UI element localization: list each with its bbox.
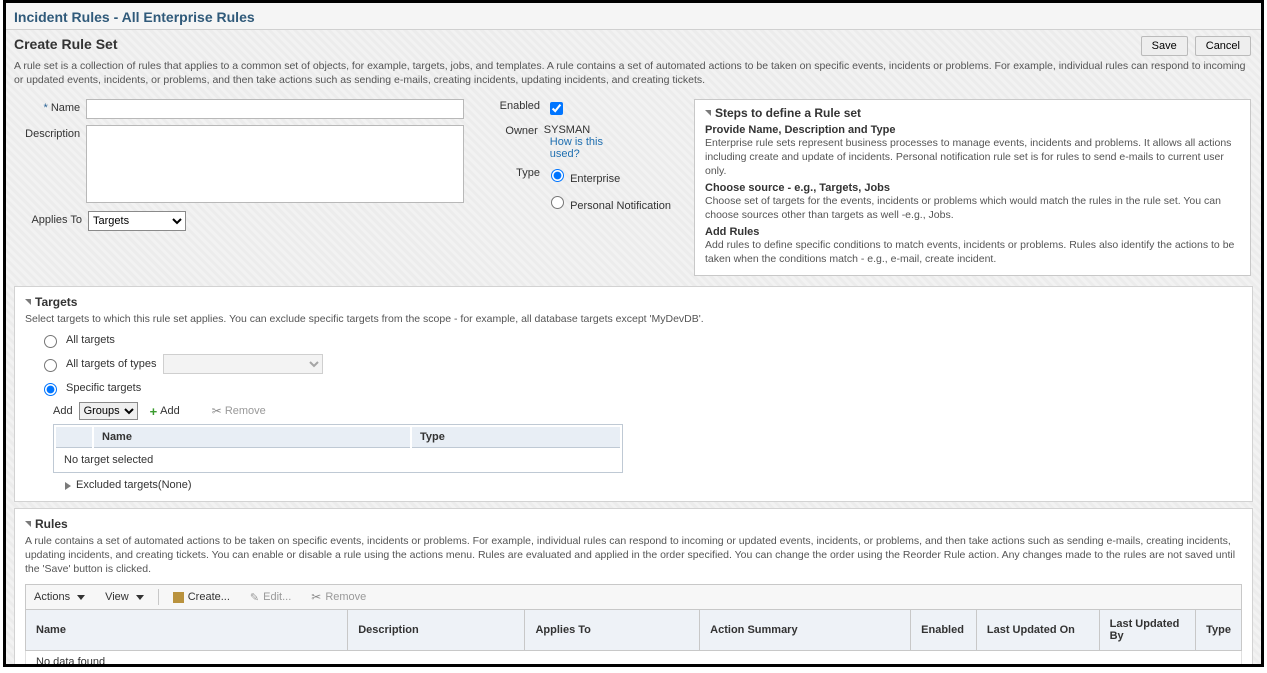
step3-head: Add Rules xyxy=(705,226,1240,238)
rules-col-enabled: Enabled xyxy=(911,610,977,651)
cancel-button[interactable]: Cancel xyxy=(1195,36,1251,56)
breadcrumb: Incident Rules - All Enterprise Rules xyxy=(6,3,1261,30)
description-label: Description xyxy=(14,125,86,140)
step1-head: Provide Name, Description and Type xyxy=(705,124,1240,136)
targets-types-label: All targets of types xyxy=(66,358,157,370)
table-row: No target selected xyxy=(56,450,620,470)
rules-col-updated-by: Last Updated By xyxy=(1099,610,1196,651)
rules-desc: A rule contains a set of automated actio… xyxy=(25,535,1242,576)
page-heading: Create Rule Set xyxy=(14,36,117,52)
rules-title: Rules xyxy=(35,517,68,531)
type-personal-label: Personal Notification xyxy=(570,200,671,212)
type-enterprise-label: Enterprise xyxy=(570,173,620,185)
targets-col-name: Name xyxy=(94,427,410,448)
save-button[interactable]: Save xyxy=(1141,36,1188,56)
rules-table: Name Description Applies To Action Summa… xyxy=(25,609,1242,667)
collapse-icon[interactable] xyxy=(25,299,31,305)
targets-no-data: No target selected xyxy=(56,450,620,470)
add-type-select[interactable]: Groups xyxy=(79,402,138,420)
enabled-label: Enabled xyxy=(484,99,546,112)
intro-text: A rule set is a collection of rules that… xyxy=(6,58,1261,95)
rules-create-button[interactable]: Create... xyxy=(165,588,238,606)
table-row: No data found xyxy=(26,651,1242,667)
step3-body: Add rules to define specific conditions … xyxy=(705,239,1240,266)
type-label: Type xyxy=(484,166,546,179)
plus-icon: + xyxy=(150,406,158,417)
chevron-down-icon xyxy=(77,595,85,600)
applies-to-label: Applies To xyxy=(14,211,88,226)
type-radio-personal[interactable] xyxy=(551,196,564,209)
owner-label: Owner xyxy=(484,124,544,137)
pencil-icon xyxy=(250,591,259,604)
type-radio-enterprise[interactable] xyxy=(551,169,564,182)
rules-col-name: Name xyxy=(26,610,348,651)
step2-head: Choose source - e.g., Targets, Jobs xyxy=(705,182,1240,194)
excluded-targets-toggle[interactable]: Excluded targets(None) xyxy=(65,479,1242,491)
targets-radio-types[interactable] xyxy=(44,359,57,372)
targets-specific-label: Specific targets xyxy=(66,382,141,394)
applies-to-select[interactable]: Targets xyxy=(88,211,186,231)
owner-value: SYSMAN xyxy=(544,124,590,136)
targets-radio-all[interactable] xyxy=(44,335,57,348)
rules-col-desc: Description xyxy=(348,610,525,651)
scissors-icon: ✂ xyxy=(212,404,222,418)
rules-col-updated-on: Last Updated On xyxy=(976,610,1099,651)
add-target-button[interactable]: +Add xyxy=(144,403,186,419)
targets-table: Name Type No target selected xyxy=(53,424,623,473)
create-icon xyxy=(173,592,184,603)
description-textarea[interactable] xyxy=(86,125,464,203)
rules-col-action: Action Summary xyxy=(700,610,911,651)
targets-col-type: Type xyxy=(412,427,620,448)
scissors-icon: ✂ xyxy=(311,590,321,604)
name-label: Name xyxy=(51,102,80,114)
rules-actions-menu[interactable]: Actions xyxy=(26,588,93,606)
targets-desc: Select targets to which this rule set ap… xyxy=(25,313,1242,327)
targets-all-label: All targets xyxy=(66,334,115,346)
name-input[interactable] xyxy=(86,99,464,119)
rules-no-data: No data found xyxy=(26,651,1242,667)
add-label: Add xyxy=(53,405,73,417)
chevron-down-icon xyxy=(136,595,144,600)
enabled-checkbox[interactable] xyxy=(550,102,563,115)
remove-target-button[interactable]: ✂Remove xyxy=(206,402,272,420)
steps-title: Steps to define a Rule set xyxy=(715,106,861,120)
targets-title: Targets xyxy=(35,295,77,309)
rules-edit-button[interactable]: Edit... xyxy=(242,588,299,607)
collapse-icon[interactable] xyxy=(25,521,31,527)
targets-types-select[interactable] xyxy=(163,354,323,374)
owner-help-link[interactable]: How is this used? xyxy=(550,136,630,160)
step2-body: Choose set of targets for the events, in… xyxy=(705,195,1240,222)
chevron-right-icon xyxy=(65,482,71,490)
targets-radio-specific[interactable] xyxy=(44,383,57,396)
step1-body: Enterprise rule sets represent business … xyxy=(705,137,1240,178)
steps-panel: Steps to define a Rule set Provide Name,… xyxy=(694,99,1251,275)
collapse-icon[interactable] xyxy=(705,110,711,116)
rules-col-type: Type xyxy=(1196,610,1242,651)
rules-view-menu[interactable]: View xyxy=(97,588,152,606)
rules-remove-button[interactable]: ✂Remove xyxy=(303,587,374,607)
rules-col-applies: Applies To xyxy=(525,610,700,651)
